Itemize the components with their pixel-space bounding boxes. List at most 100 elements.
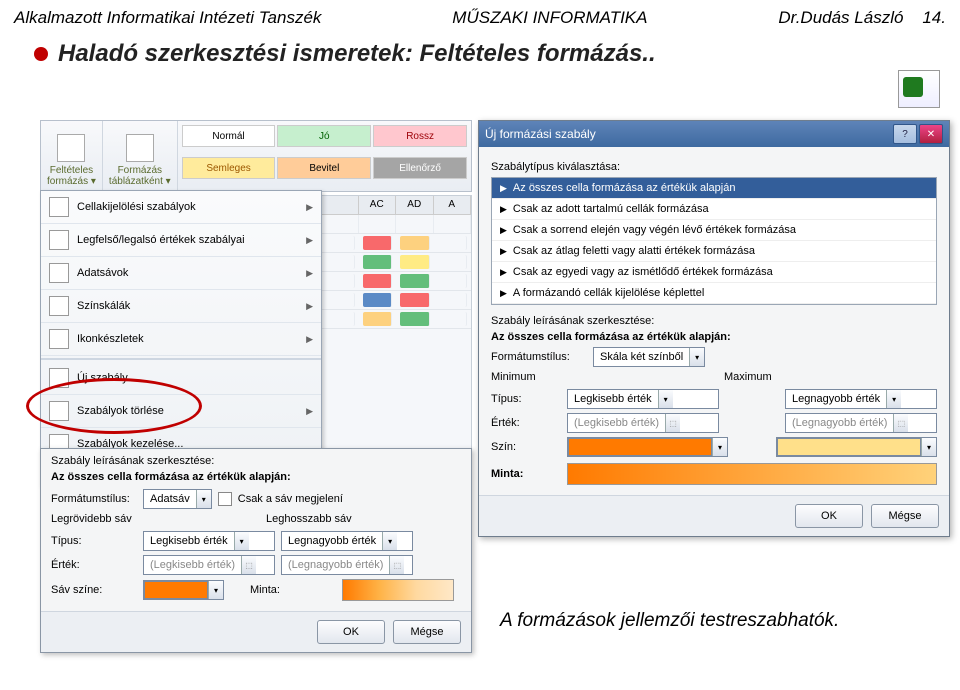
conditional-formatting-icon bbox=[57, 134, 85, 162]
menu-label: Szabályok törlése bbox=[77, 405, 164, 417]
ok-button[interactable]: OK bbox=[317, 620, 385, 644]
format-style-combo[interactable]: Skála két színből▾ bbox=[593, 347, 705, 367]
menu-clear-rules[interactable]: Szabályok törlése ▶ bbox=[41, 395, 321, 428]
rule-opt-1[interactable]: ▶Csak az adott tartalmú cellák formázása bbox=[492, 199, 936, 220]
header-left: Alkalmazott Informatikai Intézeti Tanszé… bbox=[14, 8, 321, 28]
slide-header: Alkalmazott Informatikai Intézeti Tanszé… bbox=[0, 0, 960, 32]
only-bar-label: Csak a sáv megjelení bbox=[238, 493, 343, 505]
rule-opt-4[interactable]: ▶Csak az egyedi vagy az ismétlődő értéke… bbox=[492, 262, 936, 283]
style-input[interactable]: Bevitel bbox=[277, 157, 371, 179]
min-value-input[interactable]: (Legkisebb érték)⬚ bbox=[143, 555, 275, 575]
topbottom-icon bbox=[49, 230, 69, 250]
chevron-down-icon: ▾ bbox=[196, 490, 211, 508]
iconset-icon bbox=[49, 329, 69, 349]
max-value-input[interactable]: (Legnagyobb érték)⬚ bbox=[785, 413, 937, 433]
style-normal[interactable]: Normál bbox=[182, 125, 276, 147]
style-bad[interactable]: Rossz bbox=[373, 125, 467, 147]
ribbon: Feltételes formázás ▾ Formázás táblázatk… bbox=[40, 120, 472, 192]
format-style-combo[interactable]: Adatsáv▾ bbox=[143, 489, 212, 509]
table-icon bbox=[126, 134, 154, 162]
refedit-icon[interactable]: ⬚ bbox=[893, 414, 908, 432]
style-good[interactable]: Jó bbox=[277, 125, 371, 147]
help-button[interactable]: ? bbox=[893, 124, 917, 144]
chevron-right-icon: ▶ bbox=[306, 406, 313, 417]
max-value-input[interactable]: (Legnagyobb érték)⬚ bbox=[281, 555, 413, 575]
refedit-icon[interactable]: ⬚ bbox=[665, 414, 680, 432]
menu-label: Legfelső/legalsó értékek szabályai bbox=[77, 234, 245, 246]
chevron-right-icon: ▶ bbox=[306, 268, 313, 279]
ok-button[interactable]: OK bbox=[795, 504, 863, 528]
type-label: Típus: bbox=[491, 393, 561, 405]
close-button[interactable]: ✕ bbox=[919, 124, 943, 144]
chevron-right-icon: ▶ bbox=[306, 334, 313, 345]
rule-desc-label: Szabály leírásának szerkesztése: bbox=[491, 315, 937, 327]
btn-label: Formázás táblázatként ▾ bbox=[109, 165, 171, 187]
refedit-icon[interactable]: ⬚ bbox=[241, 556, 256, 574]
rule-type-list[interactable]: ▶Az összes cella formázása az értékük al… bbox=[491, 177, 937, 305]
bullet-icon bbox=[34, 47, 48, 61]
col-a[interactable]: A bbox=[434, 196, 472, 214]
bar-color-combo[interactable]: ▾ bbox=[143, 580, 224, 600]
rule-desc: Az összes cella formázása az értékük ala… bbox=[51, 471, 461, 483]
preview-label: Minta: bbox=[250, 584, 336, 596]
conditional-formatting-button[interactable]: Feltételes formázás ▾ bbox=[41, 121, 103, 191]
min-type-combo[interactable]: Legkisebb érték▾ bbox=[567, 389, 719, 409]
max-header: Maximum bbox=[724, 371, 937, 383]
format-style-label: Formátumstílus: bbox=[51, 493, 137, 505]
new-rule-dialog: Új formázási szabály ? ✕ Szabálytípus ki… bbox=[478, 120, 950, 537]
rule-type-label: Szabálytípus kiválasztása: bbox=[491, 161, 937, 173]
only-bar-checkbox[interactable] bbox=[218, 492, 232, 506]
menu-icon-sets[interactable]: Ikonkészletek ▶ bbox=[41, 323, 321, 356]
new-rule-icon bbox=[49, 368, 69, 388]
chevron-right-icon: ▶ bbox=[306, 202, 313, 213]
style-neutral[interactable]: Semleges bbox=[182, 157, 276, 179]
max-header: Leghosszabb sáv bbox=[266, 513, 461, 525]
format-style-label: Formátumstílus: bbox=[491, 351, 587, 363]
min-header: Minimum bbox=[491, 371, 704, 383]
menu-new-rule[interactable]: Új szabály... bbox=[41, 362, 321, 395]
rule-opt-0[interactable]: ▶Az összes cella formázása az értékük al… bbox=[492, 178, 936, 199]
menu-highlight-rules[interactable]: Cellakijelölési szabályok▶ bbox=[41, 191, 321, 224]
titlebar[interactable]: Új formázási szabály ? ✕ bbox=[479, 121, 949, 147]
type-label: Típus: bbox=[51, 535, 137, 547]
col-ac[interactable]: AC bbox=[359, 196, 397, 214]
menu-data-bars[interactable]: Adatsávok ▶ bbox=[41, 257, 321, 290]
preview-bar bbox=[342, 579, 454, 601]
menu-label: Ikonkészletek bbox=[77, 333, 144, 345]
style-check[interactable]: Ellenőrző bbox=[373, 157, 467, 179]
section-label: Szabály leírásának szerkesztése: bbox=[51, 455, 461, 467]
menu-color-scales[interactable]: Színskálák▶ bbox=[41, 290, 321, 323]
refedit-icon[interactable]: ⬚ bbox=[389, 556, 404, 574]
rule-opt-2[interactable]: ▶Csak a sorrend elején vagy végén lévő é… bbox=[492, 220, 936, 241]
min-header: Legrövidebb sáv bbox=[51, 513, 246, 525]
col-ad[interactable]: AD bbox=[396, 196, 434, 214]
rule-opt-3[interactable]: ▶Csak az átlag feletti vagy alatti érték… bbox=[492, 241, 936, 262]
format-as-table-button[interactable]: Formázás táblázatként ▾ bbox=[103, 121, 178, 191]
rule-opt-5[interactable]: ▶A formázandó cellák kijelölése képlette… bbox=[492, 283, 936, 304]
databar-dialog: Szabály leírásának szerkesztése: Az össz… bbox=[40, 448, 472, 653]
menu-label: Adatsávok bbox=[77, 267, 128, 279]
min-type-combo[interactable]: Legkisebb érték▾ bbox=[143, 531, 275, 551]
max-type-combo[interactable]: Legnagyobb érték▾ bbox=[785, 389, 937, 409]
menu-label: Színskálák bbox=[77, 300, 130, 312]
max-color-combo[interactable]: ▾ bbox=[776, 437, 937, 457]
bar-color-label: Sáv színe: bbox=[51, 584, 137, 596]
menu-top-bottom[interactable]: Legfelső/legalsó értékek szabályai▶ bbox=[41, 224, 321, 257]
preview-label: Minta: bbox=[491, 468, 561, 480]
min-value-input[interactable]: (Legkisebb érték)⬚ bbox=[567, 413, 719, 433]
excel-icon bbox=[898, 70, 940, 108]
preview-gradient bbox=[567, 463, 937, 485]
rule-desc-bold: Az összes cella formázása az értékük ala… bbox=[491, 331, 937, 343]
clear-icon bbox=[49, 401, 69, 421]
dialog-title: Új formázási szabály bbox=[485, 127, 596, 141]
min-color-combo[interactable]: ▾ bbox=[567, 437, 728, 457]
value-label: Érték: bbox=[491, 417, 561, 429]
cell-styles-gallery[interactable]: Normál Jó Rossz Semleges Bevitel Ellenőr… bbox=[178, 121, 471, 191]
databars-icon bbox=[49, 263, 69, 283]
color-label: Szín: bbox=[491, 441, 561, 453]
header-right: Dr.Dudás László 14. bbox=[778, 8, 946, 28]
conditional-format-menu: Cellakijelölési szabályok▶ Legfelső/lega… bbox=[40, 190, 322, 486]
max-type-combo[interactable]: Legnagyobb érték▾ bbox=[281, 531, 413, 551]
cancel-button[interactable]: Mégse bbox=[393, 620, 461, 644]
cancel-button[interactable]: Mégse bbox=[871, 504, 939, 528]
